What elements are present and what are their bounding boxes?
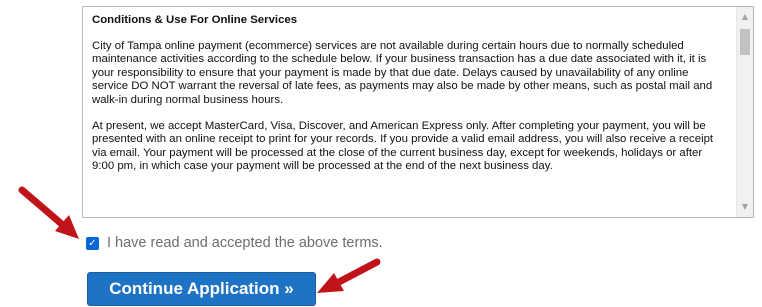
terms-scroll-box[interactable]: Conditions & Use For Online Services Cit…	[82, 6, 754, 218]
accept-terms-label[interactable]: I have read and accepted the above terms…	[107, 235, 383, 251]
red-pointer-arrow-icon	[317, 258, 381, 293]
scroll-down-arrow-icon[interactable]: ▼	[737, 199, 753, 215]
accept-terms-checkbox[interactable]: ✓	[86, 236, 99, 250]
terms-paragraph: At present, we accept MasterCard, Visa, …	[92, 119, 714, 173]
continue-application-button[interactable]: Continue Application »	[87, 272, 316, 306]
scroll-up-arrow-icon[interactable]: ▲	[737, 9, 753, 25]
terms-content: Conditions & Use For Online Services Cit…	[92, 14, 722, 186]
page: Conditions & Use For Online Services Cit…	[0, 0, 762, 307]
terms-paragraph: City of Tampa online payment (ecommerce)…	[92, 39, 713, 106]
terms-title: Conditions & Use For Online Services	[92, 14, 298, 26]
checkmark-icon: ✓	[88, 237, 97, 249]
vertical-scrollbar[interactable]: ▲ ▼	[736, 7, 753, 217]
terms-agreement-row: ✓ I have read and accepted the above ter…	[86, 233, 383, 253]
red-pointer-arrow-icon	[18, 186, 79, 239]
scroll-thumb[interactable]	[740, 29, 750, 55]
